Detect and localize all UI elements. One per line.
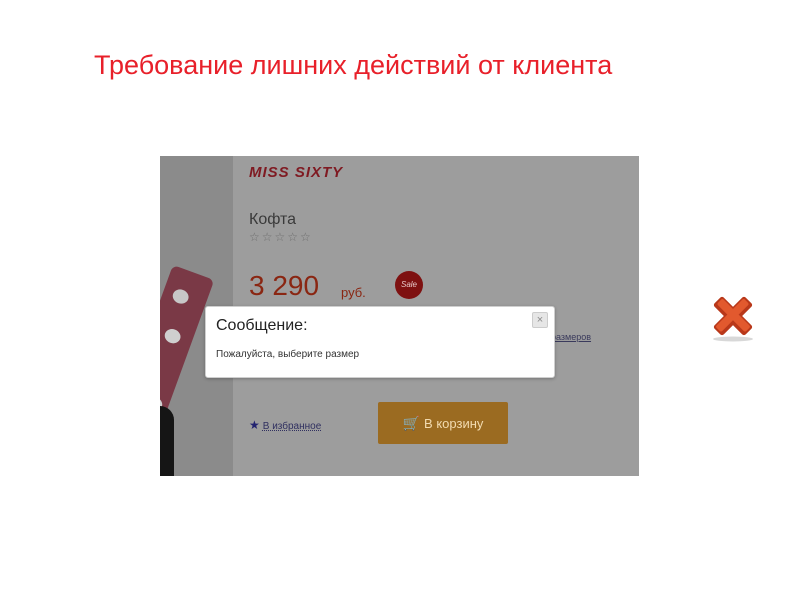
size-chart-link[interactable]: размеров [551,332,591,342]
product-name: Кофта [249,211,297,228]
red-x-icon [713,296,753,342]
close-icon[interactable]: × [532,312,548,328]
star-icon: ★ [249,418,260,432]
price-currency: руб. [341,285,366,300]
add-to-cart-button[interactable]: 🛒 В корзину [378,402,508,444]
dialog-title: Сообщение: [216,317,308,334]
brand-logo: MISS SIXTY [249,164,344,181]
garment-shadow [160,406,174,476]
dialog-message: Пожалуйста, выберите размер [216,349,360,360]
cart-icon: 🛒 [402,415,421,431]
cart-button-label: В корзину [424,416,484,431]
slide-title: Требование лишних действий от клиента [94,50,613,80]
add-to-favorites-link[interactable]: ★ В избранное [249,418,321,432]
rating-stars[interactable]: ☆☆☆☆☆ [249,230,313,244]
favorites-label: В избранное [262,421,322,432]
sale-badge: Sale [395,271,423,299]
product-price: 3 290 [249,270,320,301]
message-dialog: Сообщение: Пожалуйста, выберите размер × [205,306,555,378]
